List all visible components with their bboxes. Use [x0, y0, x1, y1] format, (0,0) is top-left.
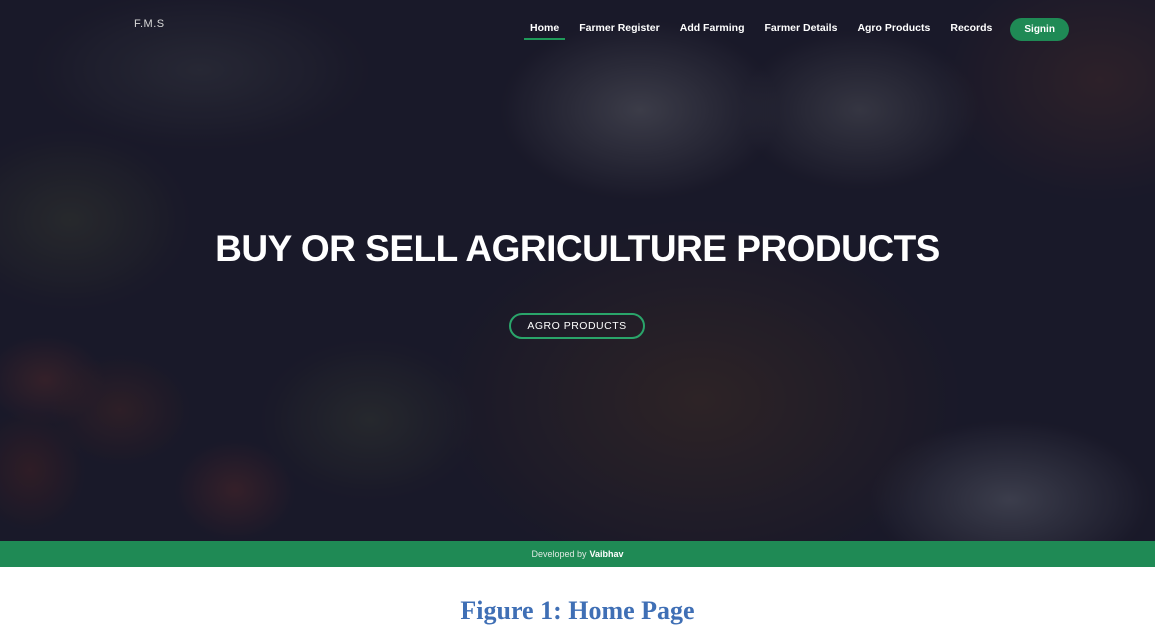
nav-farmer-register[interactable]: Farmer Register: [577, 18, 662, 40]
hero-headline: BUY OR SELL AGRICULTURE PRODUCTS: [215, 228, 940, 269]
hero-section: [0, 0, 1155, 541]
nav-agro-products[interactable]: Agro Products: [855, 18, 932, 40]
footer-developed-by: Developed by: [531, 549, 587, 559]
brand-logo[interactable]: F.M.S: [134, 18, 165, 30]
nav-home[interactable]: Home: [523, 18, 566, 40]
nav-add-farming[interactable]: Add Farming: [678, 18, 747, 40]
footer-bar: Developed by Vaibhav: [0, 541, 1155, 567]
figure-caption: Figure 1: Home Page: [460, 596, 695, 625]
agro-products-button[interactable]: AGRO PRODUCTS: [509, 313, 645, 339]
footer-author: Vaibhav: [589, 549, 624, 559]
nav-records[interactable]: Records: [948, 18, 994, 40]
signin-button[interactable]: Signin: [1010, 17, 1069, 41]
main-nav: Home Farmer Register Add Farming Farmer …: [520, 17, 1069, 41]
nav-farmer-details[interactable]: Farmer Details: [762, 18, 839, 40]
